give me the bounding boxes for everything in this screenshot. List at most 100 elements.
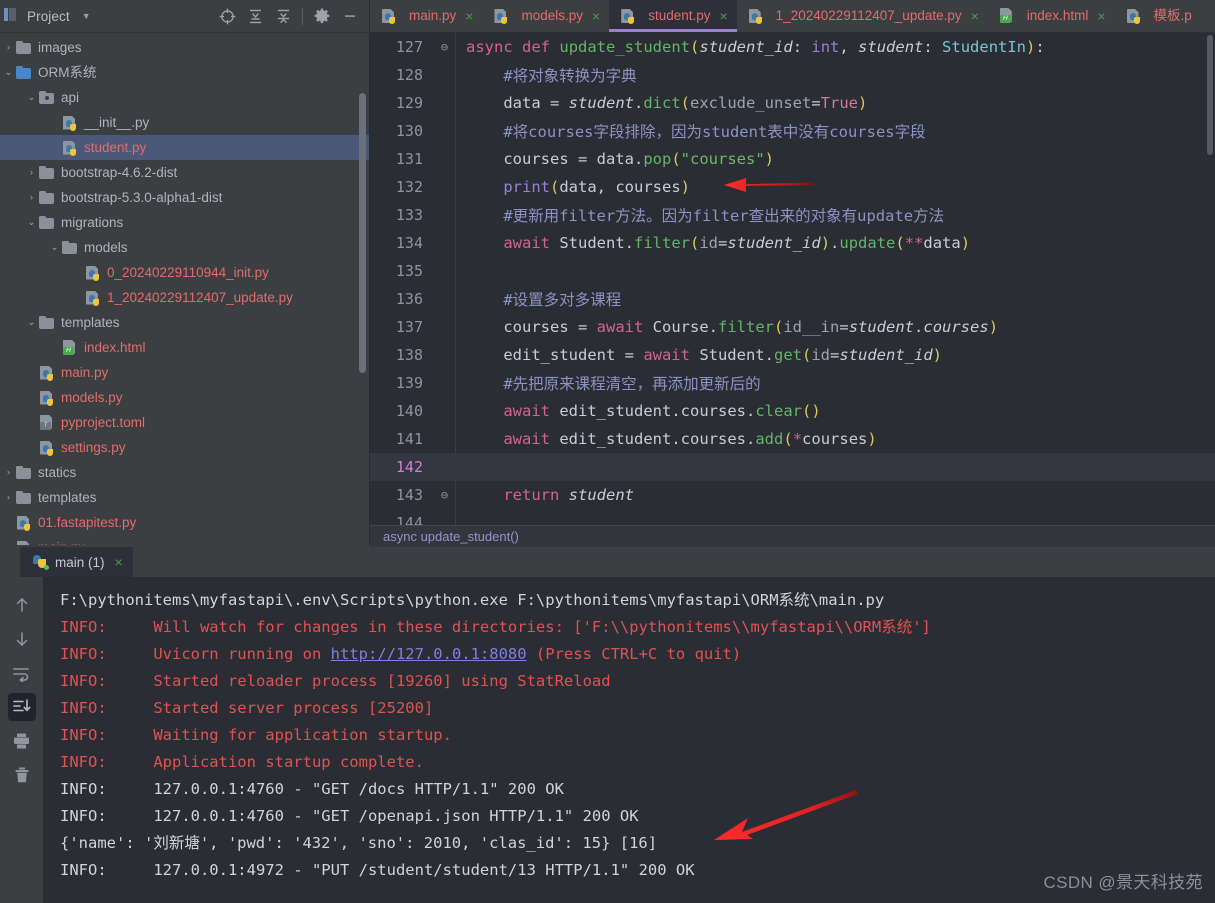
tree-item[interactable]: >0_20240229110944_init.py bbox=[0, 260, 369, 285]
html-file-icon: H bbox=[998, 8, 1016, 24]
soft-wrap-icon[interactable] bbox=[8, 659, 36, 687]
code-line[interactable]: 138 edit_student = await Student.get(id=… bbox=[370, 341, 1215, 369]
editor-tab[interactable]: 1_20240229112407_update.py × bbox=[736, 0, 988, 32]
tree-item[interactable]: >models.py bbox=[0, 385, 369, 410]
python-file-icon bbox=[38, 365, 56, 381]
tree-item[interactable]: >Tpyproject.toml bbox=[0, 410, 369, 435]
tree-item[interactable]: ⌄ migrations bbox=[0, 210, 369, 235]
close-icon[interactable]: × bbox=[115, 554, 123, 570]
trash-icon[interactable] bbox=[8, 761, 36, 789]
folder-icon bbox=[15, 65, 33, 81]
code-line[interactable]: 130 #将courses字段排除，因为student表中没有courses字段 bbox=[370, 117, 1215, 145]
tree-expand-arrow-icon[interactable]: ⌄ bbox=[25, 93, 38, 103]
line-number: 132 bbox=[395, 178, 423, 196]
tree-item[interactable]: ⌄ api bbox=[0, 85, 369, 110]
folder-icon bbox=[38, 315, 56, 331]
code-line[interactable]: 129 data = student.dict(exclude_unset=Tr… bbox=[370, 89, 1215, 117]
expand-icon[interactable] bbox=[270, 3, 296, 29]
chevron-down-icon[interactable]: ▼ bbox=[82, 11, 91, 21]
console-toolbar bbox=[0, 577, 44, 903]
tree-item[interactable]: >01.fastapitest.py bbox=[0, 510, 369, 535]
tree-item[interactable]: >Hindex.html bbox=[0, 335, 369, 360]
tree-expand-arrow-icon[interactable]: › bbox=[25, 168, 38, 178]
arrow-up-icon[interactable] bbox=[8, 591, 36, 619]
tree-item-label: 01.fastapitest.py bbox=[38, 514, 137, 530]
tree-item[interactable]: >main.py bbox=[0, 360, 369, 385]
print-icon[interactable] bbox=[8, 727, 36, 755]
code-line[interactable]: 135 bbox=[370, 257, 1215, 285]
tree-item[interactable]: >__init__.py bbox=[0, 110, 369, 135]
close-icon[interactable]: × bbox=[971, 9, 979, 23]
tree-item-label: templates bbox=[38, 489, 97, 505]
tree-expand-arrow-icon[interactable]: ⌄ bbox=[25, 218, 38, 228]
code-line[interactable]: 131 courses = data.pop("courses") bbox=[370, 145, 1215, 173]
code-line[interactable]: 133 #更新用filter方法。因为filter查出来的对象有update方法 bbox=[370, 201, 1215, 229]
code-line[interactable]: 134 await Student.filter(id=student_id).… bbox=[370, 229, 1215, 257]
editor-tab[interactable]: student.py × bbox=[609, 0, 738, 32]
minimize-icon[interactable] bbox=[337, 3, 363, 29]
console-url-link[interactable]: http://127.0.0.1:8080 bbox=[331, 645, 527, 663]
tree-expand-arrow-icon[interactable]: › bbox=[2, 43, 15, 53]
console-line: INFO: 127.0.0.1:4760 - "GET /openapi.jso… bbox=[60, 807, 639, 825]
tree-expand-arrow-icon[interactable]: › bbox=[2, 468, 15, 478]
tree-item[interactable]: >settings.py bbox=[0, 435, 369, 460]
close-icon[interactable]: × bbox=[465, 9, 473, 23]
tree-item[interactable]: › bootstrap-4.6.2-dist bbox=[0, 160, 369, 185]
code-editor[interactable]: 127 ⊖ async def update_student(student_id:… bbox=[370, 33, 1215, 525]
code-line[interactable]: 137 courses = await Course.filter(id__in… bbox=[370, 313, 1215, 341]
tree-item-label: settings.py bbox=[61, 439, 126, 455]
code-line[interactable]: 143 ⊖ return student bbox=[370, 481, 1215, 509]
tree-item[interactable]: ⌄ templates bbox=[0, 310, 369, 335]
tree-scrollbar[interactable] bbox=[359, 93, 366, 373]
editor-tab-bar[interactable]: main.py × models.py × student.py × 1_202402291… bbox=[370, 0, 1215, 33]
tree-item[interactable]: ⌄ models bbox=[0, 235, 369, 260]
tree-item[interactable]: › templates bbox=[0, 485, 369, 510]
run-tab-main[interactable]: main (1) × bbox=[20, 547, 133, 577]
tree-expand-arrow-icon[interactable]: › bbox=[25, 193, 38, 203]
code-line[interactable]: 141 await edit_student.courses.add(*cour… bbox=[370, 425, 1215, 453]
code-line[interactable]: 127 ⊖ async def update_student(student_id:… bbox=[370, 33, 1215, 61]
code-line[interactable]: 144 bbox=[370, 509, 1215, 525]
breadcrumb-label: async update_student() bbox=[383, 529, 519, 544]
close-icon[interactable]: × bbox=[719, 9, 727, 23]
code-text: await edit_student.courses.add(*courses) bbox=[503, 430, 877, 448]
code-line[interactable]: 136 #设置多对多课程 bbox=[370, 285, 1215, 313]
code-line[interactable]: 132 print(data, courses) bbox=[370, 173, 1215, 201]
breadcrumb[interactable]: async update_student() bbox=[370, 525, 1215, 547]
close-icon[interactable]: × bbox=[1097, 9, 1105, 23]
folder-icon bbox=[38, 190, 56, 206]
tree-item[interactable]: ⌄ ORM系统 bbox=[0, 60, 369, 85]
code-line[interactable]: 128 #将对象转换为字典 bbox=[370, 61, 1215, 89]
editor-tab[interactable]: main.py × bbox=[370, 0, 483, 32]
tree-expand-arrow-icon[interactable]: ⌄ bbox=[48, 243, 61, 253]
project-file-tree[interactable]: › images ⌄ ORM系统 ⌄ api >__init__.py>student.py… bbox=[0, 33, 369, 545]
arrow-down-icon[interactable] bbox=[8, 625, 36, 653]
tree-item[interactable]: >main.py bbox=[0, 535, 369, 545]
editor-tab[interactable]: models.py × bbox=[482, 0, 610, 32]
code-fold-icon[interactable]: ⊖ bbox=[433, 488, 456, 502]
tree-item[interactable]: >student.py bbox=[0, 135, 369, 160]
editor-tab[interactable]: 模板.p bbox=[1114, 0, 1201, 32]
code-line[interactable]: 142 bbox=[370, 453, 1215, 481]
tree-item[interactable]: >1_20240229112407_update.py bbox=[0, 285, 369, 310]
code-line[interactable]: 140 await edit_student.courses.clear() bbox=[370, 397, 1215, 425]
tree-item[interactable]: › images bbox=[0, 35, 369, 60]
tree-expand-arrow-icon[interactable]: ⌄ bbox=[2, 68, 15, 78]
project-panel-title: Project bbox=[27, 8, 70, 24]
tree-expand-arrow-icon[interactable]: ⌄ bbox=[25, 318, 38, 328]
folder-icon bbox=[61, 240, 79, 256]
editor-scrollbar[interactable] bbox=[1207, 35, 1213, 155]
code-fold-icon[interactable]: ⊖ bbox=[433, 40, 456, 54]
scroll-to-end-icon[interactable] bbox=[7, 693, 36, 721]
settings-icon[interactable] bbox=[309, 3, 335, 29]
tree-item[interactable]: › bootstrap-5.3.0-alpha1-dist bbox=[0, 185, 369, 210]
locate-icon[interactable] bbox=[214, 3, 240, 29]
tree-item[interactable]: › statics bbox=[0, 460, 369, 485]
console-output[interactable]: F:\pythonitems\myfastapi\.env\Scripts\py… bbox=[44, 577, 1215, 903]
tree-expand-arrow-icon[interactable]: › bbox=[2, 493, 15, 503]
editor-tab[interactable]: Hindex.html × bbox=[987, 0, 1115, 32]
collapse-all-icon[interactable] bbox=[242, 3, 268, 29]
close-icon[interactable]: × bbox=[592, 9, 600, 23]
code-content[interactable]: 127 ⊖ async def update_student(student_id:… bbox=[370, 33, 1215, 525]
code-line[interactable]: 139 #先把原来课程清空，再添加更新后的 bbox=[370, 369, 1215, 397]
